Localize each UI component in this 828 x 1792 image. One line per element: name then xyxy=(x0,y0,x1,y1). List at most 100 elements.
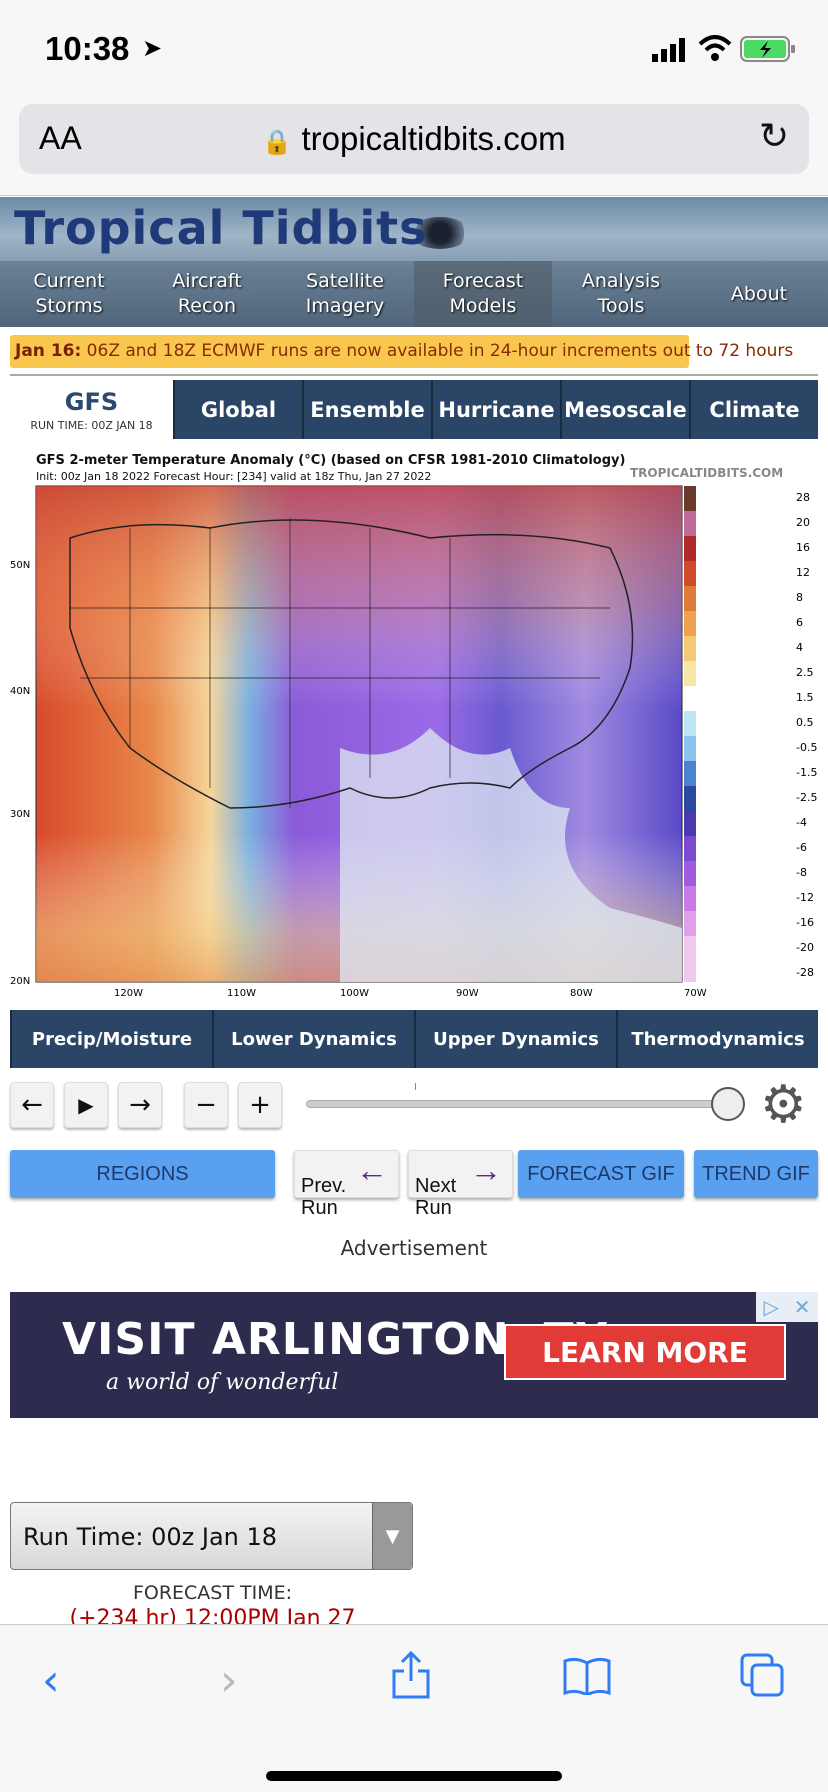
lon-label-110w: 110W xyxy=(227,988,256,999)
bookmarks-icon[interactable] xyxy=(562,1655,612,1695)
nav-analysis-tools[interactable]: Analysis Tools xyxy=(552,261,690,327)
chevron-down-icon: ▼ xyxy=(372,1503,412,1569)
run-time-value: Run Time: 00z Jan 18 xyxy=(23,1523,278,1551)
address-bar[interactable]: AA 🔒 tropicaltidbits.com ↻ xyxy=(19,104,809,174)
prev-run-button[interactable]: Prev. Run ← xyxy=(294,1150,399,1219)
location-icon: ➤ xyxy=(142,34,163,62)
back-icon[interactable]: ‹ xyxy=(42,1655,60,1706)
ad-learn-more-button[interactable]: LEARN MORE xyxy=(504,1324,786,1380)
notice-date: Jan 16: xyxy=(15,341,82,361)
lon-label-100w: 100W xyxy=(340,988,369,999)
scale-label: 28 xyxy=(796,491,810,504)
tab-mesoscale[interactable]: Mesoscale xyxy=(560,380,689,439)
map-title: GFS 2-meter Temperature Anomaly (°C) (ba… xyxy=(36,453,626,468)
scale-label: -20 xyxy=(796,941,814,954)
scale-label: -28 xyxy=(796,966,814,979)
gear-icon[interactable]: ⚙ xyxy=(760,1079,807,1131)
scale-label: 1.5 xyxy=(796,691,814,704)
lon-label-70w: 70W xyxy=(684,988,707,999)
scale-label: -0.5 xyxy=(796,741,818,754)
signal-icon xyxy=(652,38,685,62)
battery-icon xyxy=(740,36,795,62)
advertisement[interactable]: VISIT ARLINGTON, TX a world of wonderful… xyxy=(10,1292,818,1418)
home-indicator xyxy=(266,1771,562,1781)
scale-label: 8 xyxy=(796,591,803,604)
nav-current-storms[interactable]: Current Storms xyxy=(0,261,138,327)
scale-label: 20 xyxy=(796,516,810,529)
scale-label: -12 xyxy=(796,891,814,904)
zoom-out-button[interactable]: − xyxy=(184,1082,228,1128)
scale-label: -8 xyxy=(796,866,807,879)
status-bar: 10:38 ➤ xyxy=(0,0,828,96)
main-nav: Current Storms Aircraft Recon Satellite … xyxy=(0,261,828,327)
frame-slider[interactable] xyxy=(306,1100,726,1108)
forecast-gif-button[interactable]: FORECAST GIF xyxy=(518,1150,684,1198)
scale-label: 0.5 xyxy=(796,716,814,729)
forecast-map[interactable]: GFS 2-meter Temperature Anomaly (°C) (ba… xyxy=(10,448,818,1004)
zoom-in-button[interactable]: + xyxy=(238,1082,282,1128)
tab-precip-moisture[interactable]: Precip/Moisture xyxy=(10,1010,212,1068)
notice-text: 06Z and 18Z ECMWF runs are now available… xyxy=(81,341,794,361)
clock: 10:38 xyxy=(45,30,130,67)
tab-global[interactable]: Global xyxy=(173,380,302,439)
forecast-time-label: FORECAST TIME: xyxy=(132,1582,293,1604)
ad-choices[interactable]: ▷ ✕ xyxy=(756,1292,818,1322)
model-name: GFS xyxy=(64,388,119,416)
nav-aircraft-recon[interactable]: Aircraft Recon xyxy=(138,261,276,327)
wifi-icon xyxy=(698,35,732,61)
lock-icon: 🔒 xyxy=(262,129,293,156)
category-tabs: Precip/Moisture Lower Dynamics Upper Dyn… xyxy=(10,1010,818,1068)
arrow-right-icon: → xyxy=(470,1152,502,1188)
previous-frame-button[interactable]: ← xyxy=(10,1082,54,1128)
tab-thermodynamics[interactable]: Thermodynamics xyxy=(616,1010,818,1068)
nav-about[interactable]: About xyxy=(690,261,828,327)
url-display: 🔒 tropicaltidbits.com xyxy=(19,120,809,158)
adchoices-icon[interactable]: ▷ xyxy=(763,1295,778,1319)
run-time-select[interactable]: Run Time: 00z Jan 18 ▼ xyxy=(10,1502,413,1570)
next-frame-button[interactable]: → xyxy=(118,1082,162,1128)
model-info: GFS RUN TIME: 00Z JAN 18 xyxy=(10,380,173,438)
lat-label-50n: 50N xyxy=(10,560,31,571)
scale-label: 16 xyxy=(796,541,810,554)
notice-banner: Jan 16: 06Z and 18Z ECMWF runs are now a… xyxy=(10,335,793,368)
tab-climate[interactable]: Climate xyxy=(689,380,818,439)
arrow-left-icon: ← xyxy=(356,1152,388,1188)
nav-forecast-models[interactable]: Forecast Models xyxy=(414,261,552,327)
map-subtitle: Init: 00z Jan 18 2022 Forecast Hour: [23… xyxy=(36,470,432,483)
map-watermark: TROPICALTIDBITS.COM xyxy=(630,466,784,480)
lat-label-30n: 30N xyxy=(10,809,31,820)
scale-label: 12 xyxy=(796,566,810,579)
scale-label: 4 xyxy=(796,641,803,654)
reload-icon[interactable]: ↻ xyxy=(759,116,789,157)
tab-lower-dynamics[interactable]: Lower Dynamics xyxy=(212,1010,414,1068)
ad-label: Advertisement xyxy=(340,1236,488,1260)
play-button[interactable]: ▶ xyxy=(64,1082,108,1128)
scale-label: -6 xyxy=(796,841,807,854)
tab-upper-dynamics[interactable]: Upper Dynamics xyxy=(414,1010,616,1068)
next-run-button[interactable]: Next Run → xyxy=(408,1150,513,1219)
scale-label: -16 xyxy=(796,916,814,929)
forward-icon: › xyxy=(220,1655,238,1706)
ad-subtitle: a world of wonderful xyxy=(106,1370,339,1395)
share-icon[interactable] xyxy=(390,1649,432,1701)
tab-ensemble[interactable]: Ensemble xyxy=(302,380,431,439)
trend-gif-button[interactable]: TREND GIF xyxy=(694,1150,818,1198)
nav-satellite-imagery[interactable]: Satellite Imagery xyxy=(276,261,414,327)
tab-hurricane[interactable]: Hurricane xyxy=(431,380,560,439)
slider-tick xyxy=(415,1083,416,1090)
lon-label-80w: 80W xyxy=(570,988,593,999)
lat-label-20n: 20N xyxy=(10,976,31,987)
lon-label-120w: 120W xyxy=(114,988,143,999)
lon-label-90w: 90W xyxy=(456,988,479,999)
tabs-icon[interactable] xyxy=(738,1651,786,1699)
model-tabs: Global Ensemble Hurricane Mesoscale Clim… xyxy=(173,380,818,439)
scale-label: -4 xyxy=(796,816,807,829)
scale-label: 6 xyxy=(796,616,803,629)
divider xyxy=(10,374,818,376)
close-icon[interactable]: ✕ xyxy=(794,1295,811,1319)
scale-label: -2.5 xyxy=(796,791,818,804)
url-text: tropicaltidbits.com xyxy=(301,120,566,157)
slider-thumb[interactable] xyxy=(711,1087,745,1121)
regions-button[interactable]: REGIONS xyxy=(10,1150,275,1198)
site-logo[interactable]: Tropical Tidbits xyxy=(14,201,428,255)
